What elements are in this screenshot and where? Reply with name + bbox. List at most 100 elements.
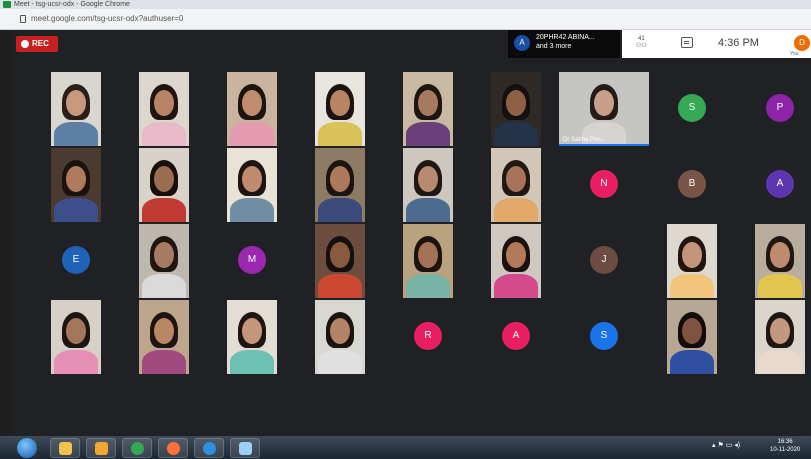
participant-face [154,90,174,116]
participant-video-tile[interactable] [227,148,277,222]
participant-video-tile[interactable] [491,72,541,146]
participant-body [230,122,274,146]
participant-initial-tile[interactable]: S [590,322,618,350]
rec-label: REC [32,39,49,48]
participant-initial-tile[interactable]: A [766,170,794,198]
taskbar-explorer-button[interactable] [50,438,80,458]
self-avatar[interactable]: D [794,35,810,51]
participant-body [54,122,98,146]
meet-top-bar: 41 ⚇⚇ 4:36 PM D You [622,30,811,58]
participant-avatar: A [502,322,530,350]
participant-avatar: N [590,170,618,198]
participant-video-tile[interactable] [139,72,189,146]
participant-video-tile[interactable] [403,224,453,298]
participant-video-tile[interactable] [403,148,453,222]
participant-video-tile[interactable] [139,224,189,298]
active-speaker-bar [559,144,649,146]
participant-video-tile[interactable] [315,148,365,222]
participant-face [770,318,790,344]
participant-video-tile[interactable] [755,224,805,298]
people-button[interactable]: 41 ⚇⚇ [636,36,647,50]
participant-avatar: B [678,170,706,198]
taskbar-notepad-button[interactable] [230,438,260,458]
participant-avatar: A [766,170,794,198]
participant-face [154,242,174,268]
join-line-1: 20PHR42 ABINA... [536,34,595,41]
participant-video-tile[interactable] [51,148,101,222]
participant-video-tile[interactable] [491,224,541,298]
participant-body [318,350,362,374]
participant-body [758,350,802,374]
system-clock[interactable]: 16:36 10-11-2020 [770,438,800,454]
participant-video-tile[interactable] [315,72,365,146]
participant-video-tile[interactable] [139,148,189,222]
participant-body [54,350,98,374]
start-button-icon[interactable] [17,438,37,458]
participant-body [670,350,714,374]
participant-face [330,90,350,116]
address-bar[interactable]: meet.google.com/tsg-ucsr-odx?authuser=0 [0,9,811,30]
participant-body [142,350,186,374]
participant-initial-tile[interactable]: R [414,322,442,350]
taskbar-internet-explorer-button[interactable] [194,438,224,458]
participant-video-tile[interactable] [667,300,717,374]
participant-avatar: P [766,94,794,122]
participant-initial-tile[interactable]: M [238,246,266,274]
internet-explorer-icon [203,442,216,455]
screenshot: Meet - tsg-ucsr-odx - Google Chrome meet… [0,0,811,459]
participant-face [330,242,350,268]
participant-video-tile[interactable]: Dr Sabha Prin... [559,72,649,146]
participant-body [494,198,538,222]
participant-video-tile[interactable] [315,300,365,374]
system-tray-icons[interactable]: ▴ ⚑ ▭ ◂) [712,441,740,449]
participant-video-tile[interactable] [227,300,277,374]
participant-video-tile[interactable] [403,72,453,146]
participant-face [66,166,86,192]
participant-face [330,166,350,192]
participant-video-tile[interactable] [227,72,277,146]
self-label: You [790,51,799,57]
lock-icon [20,15,26,23]
participant-video-tile[interactable] [315,224,365,298]
firefox-icon [167,442,180,455]
participant-body [318,122,362,146]
participant-initial-tile[interactable]: P [766,94,794,122]
participant-initial-tile[interactable]: B [678,170,706,198]
taskbar-chrome-button[interactable] [122,438,152,458]
url-text[interactable]: meet.google.com/tsg-ucsr-odx?authuser=0 [31,14,183,23]
participant-body [758,274,802,298]
clock-date: 10-11-2020 [770,447,801,453]
record-dot-icon [21,40,29,48]
participant-video-tile[interactable] [491,148,541,222]
chrome-icon [131,442,144,455]
meet-stage: REC A 20PHR42 ABINA... and 3 more 41 ⚇⚇ … [12,30,811,436]
people-icon: ⚇⚇ [636,43,647,49]
participant-initial-tile[interactable]: E [62,246,90,274]
participant-face [242,90,262,116]
participant-face [506,166,526,192]
media-player-icon [95,442,108,455]
meet-favicon-icon [3,1,11,8]
taskbar-media-player-button[interactable] [86,438,116,458]
participant-face [418,166,438,192]
participant-video-tile[interactable] [51,72,101,146]
participant-face [242,166,262,192]
chat-icon[interactable] [681,37,693,48]
participant-face [506,90,526,116]
participant-initial-tile[interactable]: J [590,246,618,274]
taskbar-firefox-button[interactable] [158,438,188,458]
participant-video-tile[interactable] [755,300,805,374]
participant-body [406,274,450,298]
participant-initial-tile[interactable]: A [502,322,530,350]
participant-initial-tile[interactable]: S [678,94,706,122]
participant-initial-tile[interactable]: N [590,170,618,198]
window-title: Meet - tsg-ucsr-odx - Google Chrome [14,1,130,8]
participant-video-tile[interactable] [139,300,189,374]
participant-body [318,198,362,222]
join-notification[interactable]: A 20PHR42 ABINA... and 3 more [508,30,620,58]
participant-avatar: E [62,246,90,274]
people-count: 41 [638,36,645,42]
participant-face [594,90,614,116]
participant-video-tile[interactable] [51,300,101,374]
participant-video-tile[interactable] [667,224,717,298]
